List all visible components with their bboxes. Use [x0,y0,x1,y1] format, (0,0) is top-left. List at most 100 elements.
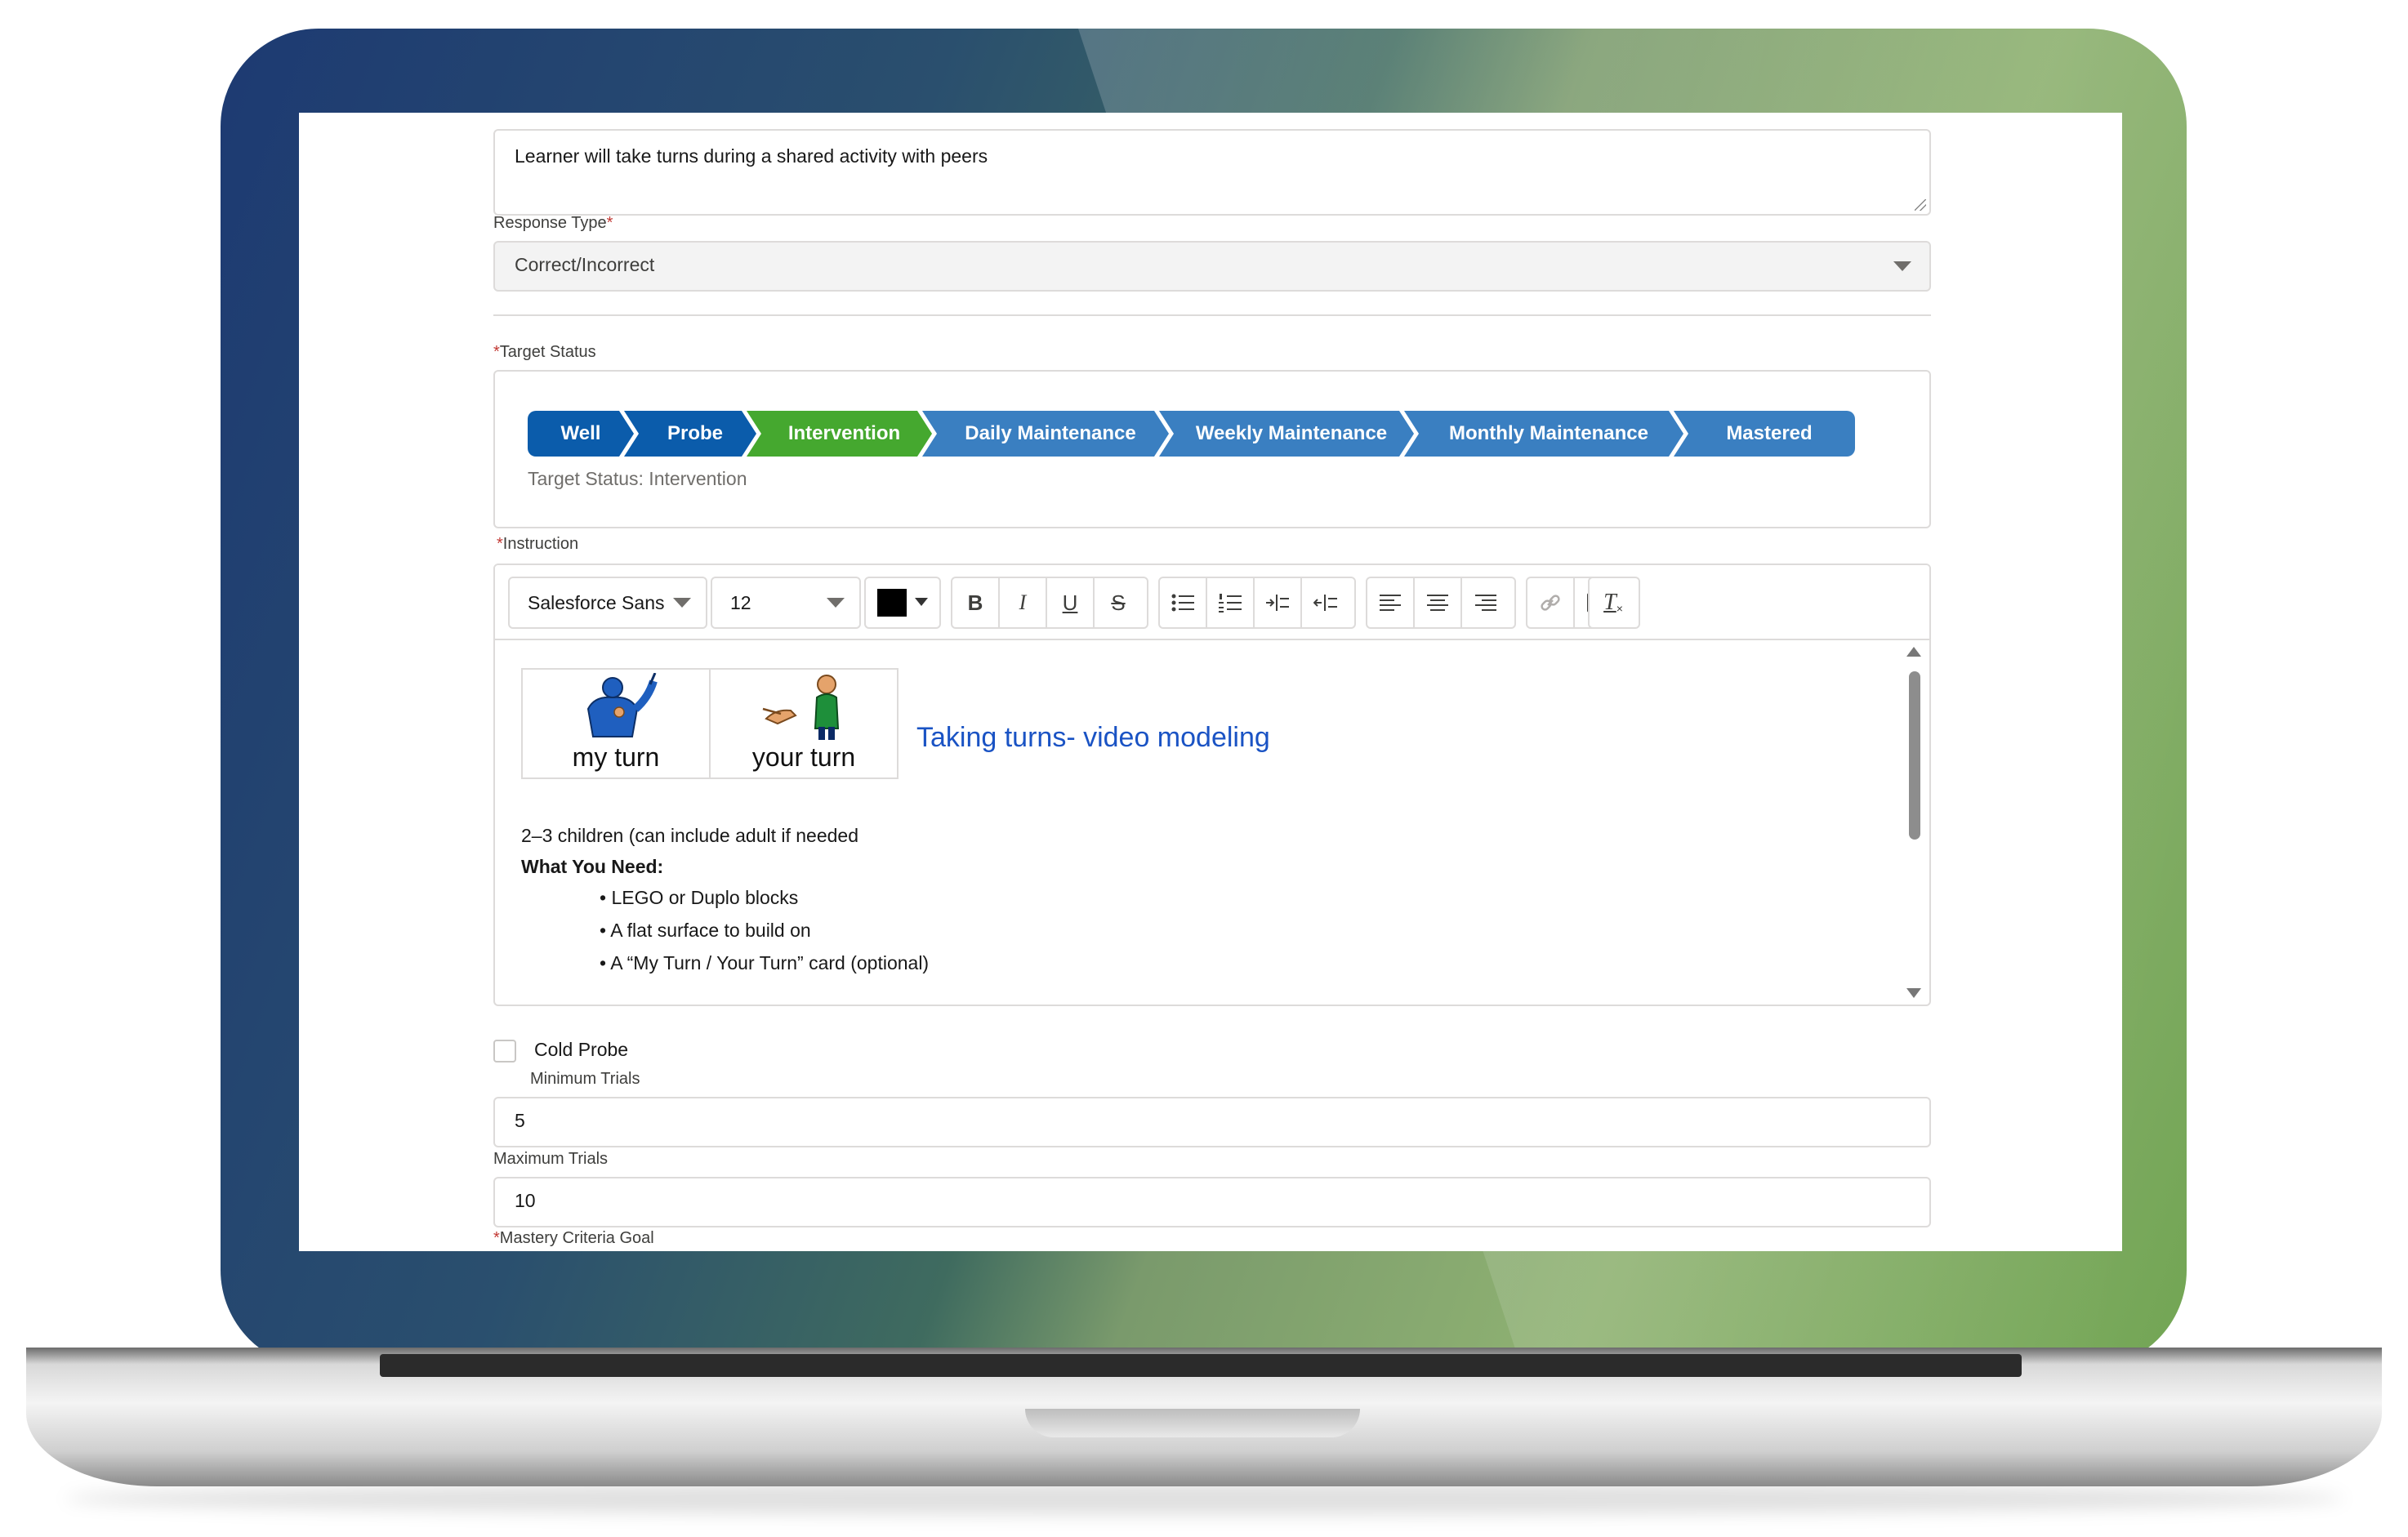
font-family-value: Salesforce Sans [528,591,665,613]
clear-formatting-icon[interactable]: T × [1590,578,1637,627]
scroll-up-icon[interactable] [1906,647,1921,657]
list-item-text: A “My Turn / Your Turn” card (optional) [610,952,930,973]
indent-svg [1266,595,1289,611]
font-size-select[interactable]: 12 [711,577,861,629]
indent-icon[interactable] [1255,578,1302,627]
outdent-svg [1313,595,1337,611]
person-pointing-other-icon [762,675,840,740]
list-item-text: LEGO or Duplo blocks [611,887,799,908]
bullet: • [600,887,607,908]
minimum-trials-input[interactable]: 5 [493,1097,1931,1147]
align-left-svg [1380,595,1401,611]
what-you-need-heading: What You Need: [521,856,664,877]
mastery-criteria-goal-label-text: Mastery Criteria Goal [499,1229,654,1247]
target-status-label: *Target Status [493,343,596,362]
bold-icon[interactable]: B [952,578,1000,627]
minimum-trials-label: Minimum Trials [530,1070,640,1088]
list-group [1158,577,1356,629]
scroll-thumb[interactable] [1909,671,1920,840]
response-type-select[interactable]: Correct/Incorrect [493,241,1931,292]
editor-content[interactable]: my turn your turn Taking turns- video mo… [495,640,1929,1005]
description-value: Learner will take turns during a shared … [515,145,988,167]
materials-list: • LEGO or Duplo blocks • A flat surface … [600,887,929,985]
align-right-icon[interactable] [1462,578,1509,627]
bulleted-list-icon[interactable] [1160,578,1207,627]
video-modeling-link[interactable]: Taking turns- video modeling [916,722,1270,754]
my-turn-caption: my turn [572,742,660,772]
path-stage-probe[interactable]: Probe [624,411,756,457]
path-stage-monthly-maintenance[interactable]: Monthly Maintenance [1404,411,1683,457]
underline-icon[interactable]: U [1047,578,1095,627]
my-turn-symbol: my turn [521,668,711,779]
outdent-icon[interactable] [1302,578,1349,627]
resize-handle-icon[interactable] [1915,199,1926,211]
alignment-group [1366,577,1516,629]
align-center-svg [1427,595,1448,611]
description-textarea[interactable]: Learner will take turns during a shared … [493,129,1931,216]
scroll-down-icon[interactable] [1906,988,1921,998]
laptop-screen: Learner will take turns during a shared … [299,113,2122,1251]
italic-glyph: I [1019,590,1027,614]
instruction-label-text: Instruction [502,535,579,553]
section-divider [493,314,1931,316]
editor-toolbar: Salesforce Sans 12 B I U S T × [495,565,1929,640]
bulleted-list-svg [1171,594,1194,612]
path-stage-mastered[interactable]: Mastered [1674,411,1855,457]
text-style-group: B I U S [951,577,1148,629]
align-center-icon[interactable] [1415,578,1462,627]
keyboard-edge [380,1354,2022,1377]
numbered-list-icon[interactable] [1207,578,1255,627]
font-size-value: 12 [730,591,751,613]
required-mark: * [493,1229,500,1247]
text-color-picker[interactable] [864,577,941,629]
list-item: • A “My Turn / Your Turn” card (optional… [600,952,929,985]
color-swatch-icon [877,589,907,617]
required-mark: * [497,535,503,553]
mastery-criteria-goal-label: *Mastery Criteria Goal [493,1229,654,1248]
instruction-label: *Instruction [497,535,578,554]
list-item: • LEGO or Duplo blocks [600,887,929,920]
underline-glyph: U [1062,590,1078,615]
path-stage-well[interactable]: Well [528,411,634,457]
align-right-svg [1475,595,1496,611]
target-status-caption: Target Status: Intervention [528,468,747,489]
cold-probe-checkbox[interactable] [493,1040,516,1063]
strikethrough-icon[interactable]: S [1095,578,1142,627]
path-stage-daily-maintenance[interactable]: Daily Maintenance [922,411,1169,457]
your-turn-symbol: your turn [709,668,899,779]
bullet: • [600,952,607,973]
laptop-notch [1025,1409,1360,1437]
chevron-down-icon [673,598,691,608]
link-icon[interactable] [1527,578,1575,627]
maximum-trials-value: 10 [515,1190,536,1211]
strike-glyph: S [1111,590,1126,615]
response-type-label: Response Type* [493,214,613,233]
cold-probe-label: Cold Probe [534,1039,629,1060]
link-svg [1541,595,1560,611]
your-turn-caption: your turn [751,742,856,772]
maximum-trials-input[interactable]: 10 [493,1177,1931,1227]
list-item: • A flat surface to build on [600,920,929,952]
clear-formatting-glyph: T [1603,590,1616,615]
maximum-trials-label: Maximum Trials [493,1150,609,1168]
bold-glyph: B [967,590,983,615]
chevron-down-icon [1893,261,1911,271]
response-type-label-text: Response Type [493,214,607,232]
font-family-select[interactable]: Salesforce Sans [508,577,707,629]
minimum-trials-value: 5 [515,1110,525,1131]
person-pointing-self-icon [586,673,658,737]
path-stage-intervention[interactable]: Intervention [747,411,932,457]
required-mark: * [606,214,613,232]
response-type-value: Correct/Incorrect [515,254,655,275]
editor-scrollbar[interactable] [1906,647,1921,998]
list-item-text: A flat surface to build on [610,920,811,941]
target-status-label-text: Target Status [499,343,596,361]
align-left-icon[interactable] [1367,578,1415,627]
instruction-rich-text-editor: Salesforce Sans 12 B I U S T × my turn y… [493,564,1931,1006]
italic-icon[interactable]: I [1000,578,1047,627]
path-stage-weekly-maintenance[interactable]: Weekly Maintenance [1159,411,1414,457]
chevron-down-icon [827,598,845,608]
numbered-list-svg [1219,594,1242,613]
required-mark: * [493,343,500,361]
laptop-shadow [65,1482,2344,1515]
